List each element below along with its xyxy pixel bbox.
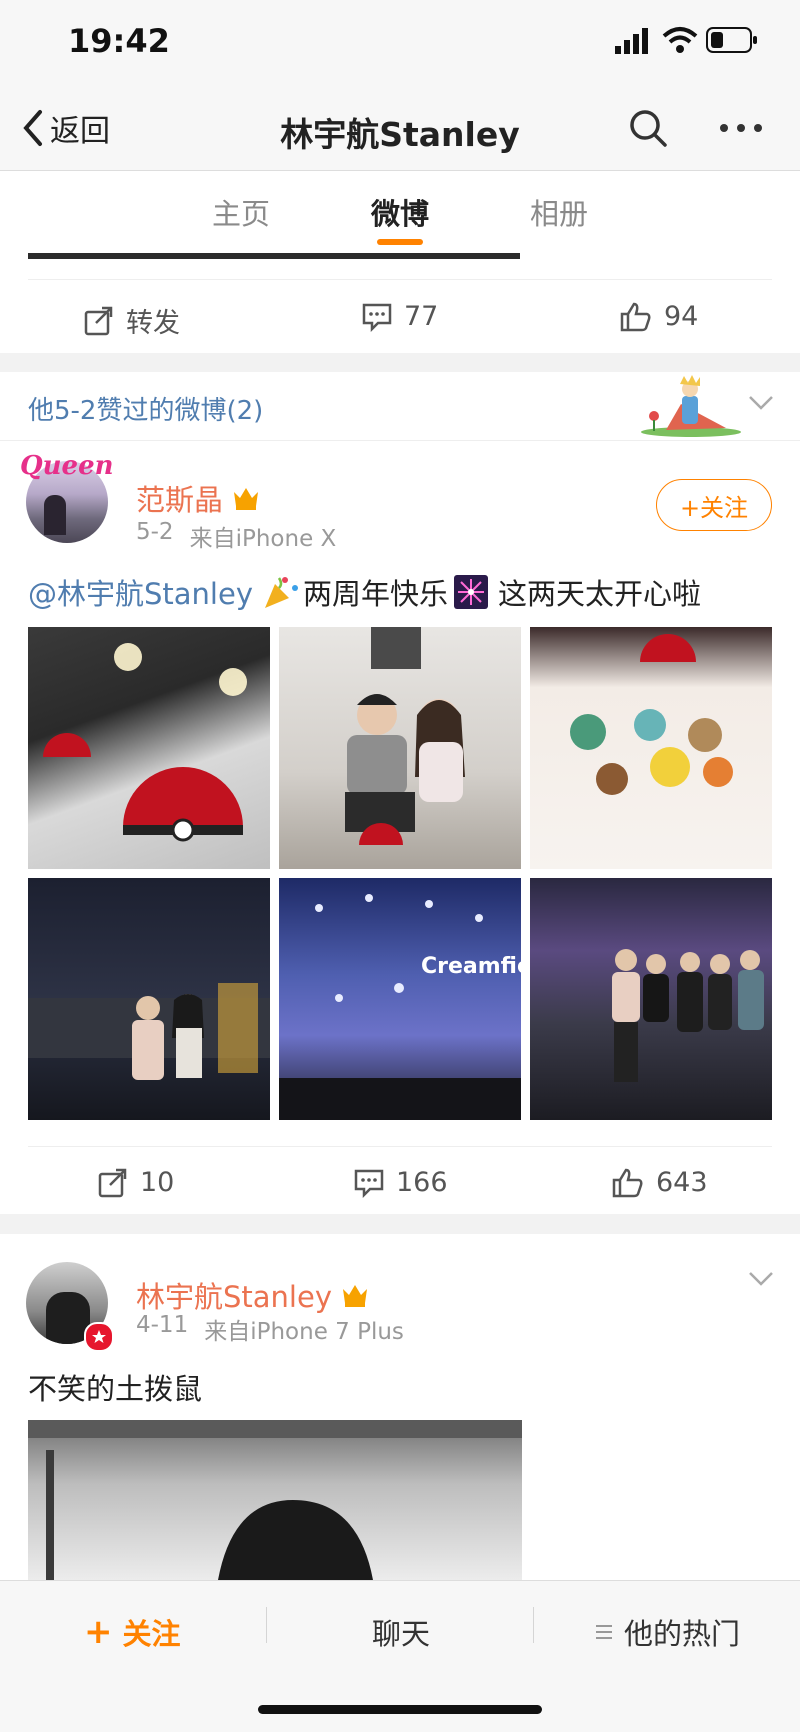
signal-icon — [615, 28, 648, 54]
comment-count: 166 — [396, 1167, 448, 1198]
home-indicator — [258, 1705, 542, 1714]
wifi-icon — [662, 27, 698, 53]
post-image-edge — [28, 253, 520, 259]
post-image[interactable] — [28, 627, 270, 869]
author-name[interactable]: 林宇航Stanley — [136, 1274, 332, 1316]
post-source: 来自iPhone 7 Plus — [204, 1319, 404, 1345]
vip-crown-icon — [234, 488, 259, 510]
post-card: 转发 77 94 — [0, 253, 800, 353]
page-title: 林宇航Stanley — [280, 115, 520, 154]
more-icon[interactable] — [718, 122, 764, 134]
back-button[interactable]: 返回 — [22, 106, 110, 150]
battery-icon — [706, 27, 757, 53]
repost-icon — [98, 1168, 127, 1197]
post-image[interactable] — [28, 878, 270, 1120]
follow-bottom-button[interactable]: + 关注 — [84, 1611, 181, 1653]
bottom-action-bar: + 关注 聊天 他的热门 — [0, 1580, 800, 1732]
post-date: 4-11 — [136, 1312, 189, 1338]
like-count: 643 — [656, 1167, 708, 1198]
fireworks-icon — [454, 575, 489, 609]
avatar-queen-label: Queen — [20, 451, 114, 481]
chevron-down-icon[interactable] — [748, 1270, 774, 1288]
tab-weibo[interactable]: 微博 — [371, 191, 429, 233]
like-icon — [612, 1168, 643, 1197]
comment-icon — [354, 1169, 384, 1198]
author-row: 范斯晶 — [136, 477, 261, 519]
hot-posts-label: 他的热门 — [624, 1617, 741, 1651]
verified-badge-icon — [84, 1322, 114, 1352]
post-image[interactable] — [530, 627, 772, 869]
post-image[interactable] — [530, 878, 772, 1120]
profile-tabs: 主页 微博 相册 — [0, 171, 800, 253]
couple-sofa-photo — [345, 627, 465, 845]
star-icon — [92, 1330, 106, 1343]
pokemon-cake-photo — [570, 634, 733, 795]
post-source: 来自iPhone X — [189, 526, 337, 552]
nav-bar: 林宇航Stanley 返回 — [0, 86, 800, 171]
post-meta: 4-11 来自iPhone 7 Plus — [136, 1312, 404, 1346]
little-prince-illustration — [641, 375, 741, 437]
liked-section-title: 他5-2赞过的微博(2) — [28, 396, 264, 426]
chevron-down-icon[interactable] — [748, 394, 774, 412]
like-icon — [620, 302, 651, 331]
follow-button[interactable]: +关注 — [656, 479, 772, 531]
chevron-left-icon — [23, 110, 42, 146]
hot-posts-button[interactable]: 他的热门 — [596, 1611, 740, 1653]
pokeball-cake-photo — [43, 643, 247, 842]
post-text: 不笑的土拨鼠 — [28, 1372, 203, 1406]
menu-icon — [596, 1625, 612, 1639]
status-time: 19:42 — [68, 22, 170, 60]
post-text-part2: 这两天太开心啦 — [498, 577, 702, 611]
avatar-figure — [44, 495, 66, 535]
vip-crown-icon — [343, 1285, 367, 1307]
bw-portrait-photo — [28, 1420, 522, 1580]
back-label: 返回 — [50, 114, 110, 149]
follow-bottom-label: 关注 — [122, 1617, 181, 1651]
tab-home[interactable]: 主页 — [212, 191, 270, 233]
post-text-part1: 两周年快乐 — [303, 577, 449, 611]
repost-count: 10 — [140, 1167, 175, 1198]
repost-button[interactable]: 转发 — [84, 301, 180, 340]
comment-icon — [362, 303, 392, 332]
divider — [28, 1146, 772, 1147]
group-photo — [612, 949, 764, 1082]
author-name[interactable]: 范斯晶 — [136, 477, 223, 519]
post-meta: 5-2 来自iPhone X — [136, 519, 336, 553]
post-image[interactable] — [28, 1420, 522, 1580]
divider — [28, 279, 772, 280]
comment-count: 77 — [404, 301, 439, 332]
post-card: Queen 范斯晶 5-2 来自iPhone X +关注 @林宇航Stanley… — [0, 441, 800, 1214]
repost-label: 转发 — [126, 308, 180, 339]
chat-button[interactable]: 聊天 — [372, 1611, 430, 1653]
comment-button[interactable]: 77 — [362, 301, 438, 332]
like-count: 94 — [664, 301, 699, 332]
tab-album[interactable]: 相册 — [530, 191, 588, 233]
creamfields-sign: Creamfields — [421, 954, 521, 979]
post-date: 5-2 — [136, 519, 174, 545]
like-button[interactable]: 94 — [620, 301, 698, 332]
status-bar: 19:42 — [0, 0, 800, 86]
concert-photo — [28, 983, 270, 1080]
post-image[interactable]: Creamfields — [279, 878, 521, 1120]
author-row: 林宇航Stanley — [136, 1274, 370, 1316]
post-card: 林宇航Stanley 4-11 来自iPhone 7 Plus 不笑的土拨鼠 — [0, 1234, 800, 1580]
divider — [266, 1607, 267, 1643]
like-button[interactable]: 643 — [612, 1167, 708, 1198]
liked-section-header[interactable]: 他5-2赞过的微博(2) — [0, 372, 800, 441]
search-icon[interactable] — [628, 108, 668, 148]
party-popper-icon — [265, 577, 298, 608]
repost-icon — [84, 306, 113, 335]
tab-active-indicator — [377, 239, 423, 245]
stage-lights-photo — [279, 894, 521, 1120]
comment-button[interactable]: 166 — [354, 1167, 448, 1198]
post-image[interactable] — [279, 627, 521, 869]
post-text: @林宇航Stanley 两周年快乐 这两天太开心啦 — [28, 571, 701, 613]
repost-button[interactable]: 10 — [98, 1167, 174, 1198]
mention-link[interactable]: @林宇航Stanley — [28, 571, 253, 613]
plus-icon: + — [84, 1612, 113, 1652]
divider — [533, 1607, 534, 1643]
